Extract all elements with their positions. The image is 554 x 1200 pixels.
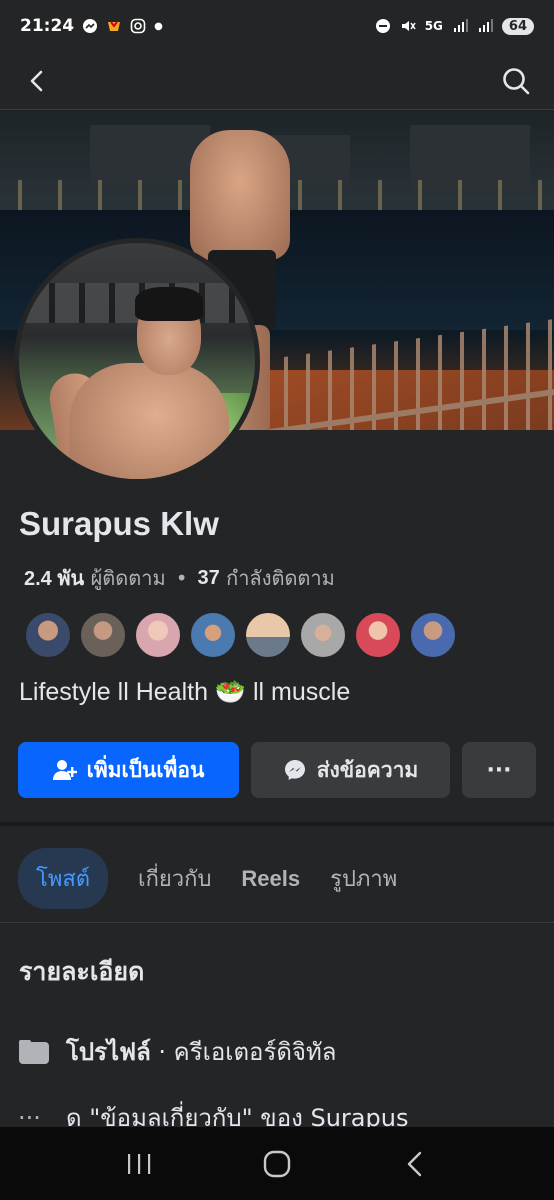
- battery-level: 64: [501, 17, 534, 35]
- search-button[interactable]: [496, 61, 536, 101]
- friends-avatars: [24, 611, 457, 659]
- friend-avatar[interactable]: [134, 611, 182, 659]
- more-options-icon: ···: [486, 757, 512, 783]
- more-options-button[interactable]: ···: [462, 742, 536, 798]
- friend-avatar[interactable]: [189, 611, 237, 659]
- friend-avatar[interactable]: [79, 611, 127, 659]
- home-icon: [263, 1150, 291, 1177]
- signal-strength-2-icon: [478, 19, 493, 32]
- profile-type-category: · ครีเอเตอร์ดิจิทัล: [150, 1038, 337, 1066]
- friend-avatar[interactable]: [24, 611, 72, 659]
- tabs-divider: [0, 922, 554, 923]
- tab-reels[interactable]: Reels: [241, 866, 300, 892]
- messenger-icon: [284, 760, 305, 780]
- followers-label[interactable]: ผู้ติดตาม: [91, 562, 166, 594]
- friend-avatar[interactable]: [299, 611, 347, 659]
- network-type: 5G: [424, 19, 443, 33]
- do-not-disturb-icon: [375, 19, 390, 33]
- following-count[interactable]: 37: [197, 567, 219, 590]
- recent-apps-button[interactable]: [119, 1144, 159, 1184]
- message-button[interactable]: ส่งข้อความ: [251, 742, 450, 798]
- status-time: 21:24: [20, 16, 75, 36]
- stats-separator: •: [175, 566, 188, 590]
- add-friend-label: เพิ่มเป็นเพื่อน: [86, 757, 205, 782]
- friend-avatar[interactable]: [409, 611, 457, 659]
- following-label[interactable]: กำลังติดตาม: [226, 562, 335, 594]
- more-notifications-dot-icon: ●: [154, 20, 163, 32]
- status-right: 5G 64: [375, 17, 534, 35]
- profile-actions: เพิ่มเป็นเพื่อน ส่งข้อความ ···: [18, 742, 536, 798]
- followers-count[interactable]: 2.4 พัน: [24, 562, 84, 594]
- tab-about[interactable]: เกี่ยวกับ: [138, 861, 211, 896]
- profile-bio: Lifestyle ll Health 🥗 ll muscle: [19, 678, 351, 706]
- profile-category-icon: [19, 1039, 49, 1064]
- tab-posts[interactable]: โพสต์: [18, 848, 109, 909]
- recent-apps-icon: [128, 1153, 151, 1174]
- status-left: 21:24 ●: [20, 16, 163, 36]
- tab-photos[interactable]: รูปภาพ: [330, 861, 397, 896]
- profile-type-row: โปรไฟล์ · ครีเอเตอร์ดิจิทัล: [18, 1032, 337, 1071]
- home-button[interactable]: [257, 1144, 297, 1184]
- add-friend-button[interactable]: เพิ่มเป็นเพื่อน: [18, 742, 239, 798]
- details-title: รายละเอียด: [19, 957, 145, 986]
- top-navigation: [0, 52, 554, 110]
- app-notification-icon: [108, 21, 121, 31]
- profile-stats: 2.4 พัน ผู้ติดตาม • 37 กำลังติดตาม: [24, 562, 335, 594]
- system-navigation-bar: [0, 1127, 554, 1200]
- signal-strength-icon: [453, 19, 468, 32]
- profile-name: Surapus Klw: [19, 505, 219, 542]
- profile-tabs: โพสต์ เกี่ยวกับ Reels รูปภาพ: [18, 848, 397, 909]
- messenger-notification-icon: [83, 19, 98, 33]
- back-arrow-icon: [30, 70, 43, 91]
- back-button[interactable]: [18, 61, 58, 101]
- search-icon: [503, 67, 530, 94]
- system-back-icon: [407, 1151, 422, 1176]
- mute-icon: [401, 21, 416, 31]
- profile-type-text: โปรไฟล์ · ครีเอเตอร์ดิจิทัล: [66, 1032, 337, 1071]
- instagram-notification-icon: [130, 18, 146, 34]
- add-friend-icon: [52, 760, 77, 780]
- status-bar: 21:24 ● 5G 64: [0, 0, 554, 52]
- section-divider: [0, 822, 554, 826]
- system-back-button[interactable]: [395, 1144, 435, 1184]
- profile-type-bold: โปรไฟล์: [66, 1038, 151, 1066]
- friend-avatar[interactable]: [244, 611, 292, 659]
- friend-avatar[interactable]: [354, 611, 402, 659]
- message-label: ส่งข้อความ: [316, 757, 419, 782]
- profile-picture[interactable]: [14, 238, 260, 484]
